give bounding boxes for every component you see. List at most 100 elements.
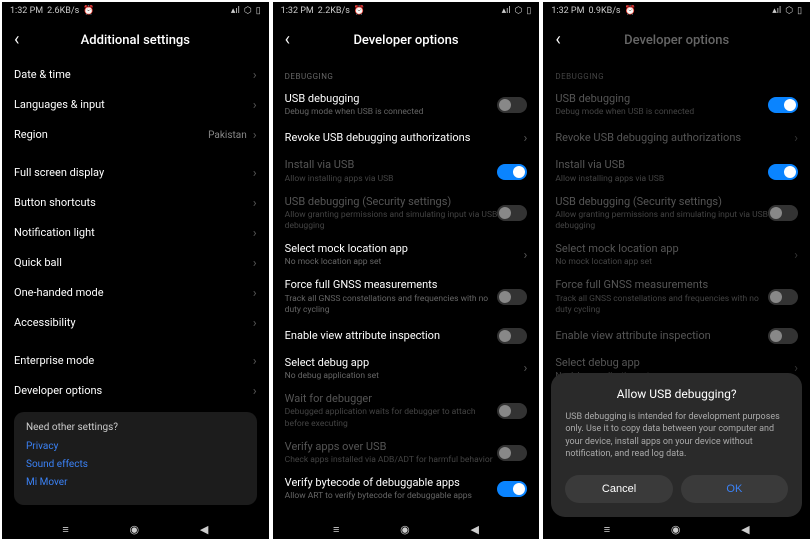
nav-menu-icon[interactable]: ≡	[62, 523, 68, 536]
back-button[interactable]: ‹	[14, 31, 34, 49]
screen-additional-settings: 1:32 PM 2.6KB/s ⏰ ▴ıl ⬡ ▯ ‹ Additional s…	[2, 2, 269, 539]
settings-row[interactable]: Select mock location appNo mock location…	[285, 237, 528, 273]
settings-row[interactable]: Languages & input›	[14, 90, 257, 120]
chevron-right-icon: ›	[794, 131, 798, 146]
header: ‹ Developer options	[273, 20, 540, 60]
status-bar: 1:32 PM 0.9KB/s ⏰ ▴ıl ⬡ ▯	[543, 2, 810, 20]
card-heading: Need other settings?	[26, 422, 245, 433]
nav-back-icon[interactable]: ◀	[741, 523, 749, 536]
settings-row[interactable]: Date & time›	[14, 60, 257, 90]
settings-row[interactable]: Revoke USB debugging authorizations›	[555, 123, 798, 153]
card-link[interactable]: Mi Mover	[26, 477, 245, 488]
row-title: Wait for debugger	[285, 392, 498, 406]
battery-icon: ▯	[797, 6, 802, 16]
nav-menu-icon[interactable]: ≡	[333, 523, 339, 536]
settings-row[interactable]: USB debuggingDebug mode when USB is conn…	[285, 87, 528, 123]
alarm-icon: ⏰	[354, 6, 365, 16]
row-subtitle: No mock location app set	[555, 257, 794, 268]
card-link[interactable]: Sound effects	[26, 459, 245, 470]
row-title: Notification light	[14, 226, 253, 240]
settings-list[interactable]: Date & time›Languages & input›RegionPaki…	[2, 60, 269, 519]
settings-row[interactable]: Verify apps over USBCheck apps installed…	[285, 435, 528, 471]
row-subtitle: Debugged application waits for debugger …	[285, 407, 498, 429]
nav-home-icon[interactable]: ◉	[130, 523, 140, 536]
row-title: Force full GNSS measurements	[285, 278, 498, 292]
row-title: Select debug app	[555, 356, 794, 370]
wifi-icon: ⬡	[515, 6, 523, 16]
wifi-icon: ⬡	[785, 6, 793, 16]
section-header: DEBUGGING	[285, 72, 528, 81]
toggle-switch[interactable]	[497, 481, 527, 497]
settings-row[interactable]: Select mock location appNo mock location…	[555, 237, 798, 273]
nav-home-icon[interactable]: ◉	[671, 523, 681, 536]
settings-row[interactable]: Enterprise mode›	[14, 346, 257, 376]
row-subtitle: No debug application set	[285, 371, 524, 382]
settings-row[interactable]: USB debugging (Security settings)Allow g…	[555, 190, 798, 237]
settings-row[interactable]: Enable view attribute inspection	[555, 321, 798, 351]
settings-row[interactable]: Wait for debuggerDebugged application wa…	[285, 387, 528, 434]
row-title: USB debugging (Security settings)	[555, 195, 768, 209]
settings-row[interactable]: USB debuggingDebug mode when USB is conn…	[555, 87, 798, 123]
alarm-icon: ⏰	[625, 6, 636, 16]
settings-row[interactable]: Verify bytecode of debuggable appsAllow …	[285, 471, 528, 507]
row-subtitle: Allow installing apps via USB	[285, 174, 498, 185]
row-title: USB debugging (Security settings)	[285, 195, 498, 209]
settings-list[interactable]: DEBUGGING USB debuggingDebug mode when U…	[273, 60, 540, 519]
chevron-right-icon: ›	[253, 316, 257, 331]
settings-row[interactable]: Notification light›	[14, 218, 257, 248]
settings-row[interactable]: RegionPakistan›	[14, 120, 257, 150]
row-subtitle: Allow granting permissions and simulatin…	[555, 210, 768, 232]
ok-button[interactable]: OK	[681, 475, 788, 503]
battery-icon: ▯	[256, 6, 261, 16]
row-title: Date & time	[14, 68, 253, 82]
settings-row[interactable]: Force full GNSS measurementsTrack all GN…	[555, 273, 798, 320]
toggle-switch[interactable]	[497, 164, 527, 180]
screen-developer-options: 1:32 PM 2.2KB/s ⏰ ▴ıl ⬡ ▯ ‹ Developer op…	[273, 2, 540, 539]
settings-row[interactable]: Full screen display›	[14, 158, 257, 188]
wifi-icon: ⬡	[244, 6, 252, 16]
cancel-button[interactable]: Cancel	[565, 475, 672, 503]
settings-row[interactable]: Revoke USB debugging authorizations›	[285, 123, 528, 153]
settings-row[interactable]: Accessibility›	[14, 308, 257, 338]
toggle-switch[interactable]	[497, 328, 527, 344]
settings-row[interactable]: Quick ball›	[14, 248, 257, 278]
nav-back-icon[interactable]: ◀	[200, 523, 208, 536]
toggle-switch	[768, 328, 798, 344]
row-subtitle: Allow granting permissions and simulatin…	[285, 210, 498, 232]
row-title: Select mock location app	[555, 242, 794, 256]
card-link[interactable]: Privacy	[26, 441, 245, 452]
toggle-switch[interactable]	[497, 97, 527, 113]
row-title: Force full GNSS measurements	[555, 278, 768, 292]
usb-debugging-dialog: Allow USB debugging? USB debugging is in…	[551, 373, 802, 517]
toggle-switch[interactable]	[497, 205, 527, 221]
back-button[interactable]: ‹	[285, 31, 305, 49]
back-button[interactable]: ‹	[555, 31, 575, 49]
nav-back-icon[interactable]: ◀	[471, 523, 479, 536]
row-title: Enable view attribute inspection	[555, 329, 768, 343]
toggle-switch[interactable]	[497, 445, 527, 461]
row-title: Quick ball	[14, 256, 253, 270]
row-title: Revoke USB debugging authorizations	[285, 131, 524, 145]
toggle-switch[interactable]	[497, 289, 527, 305]
nav-menu-icon[interactable]: ≡	[604, 523, 610, 536]
chevron-right-icon: ›	[253, 384, 257, 399]
settings-row[interactable]: Enable view attribute inspection	[285, 321, 528, 351]
chevron-right-icon: ›	[253, 98, 257, 113]
chevron-right-icon: ›	[794, 248, 798, 263]
status-time: 1:32 PM	[281, 6, 314, 16]
settings-row[interactable]: One-handed mode›	[14, 278, 257, 308]
settings-row[interactable]: Install via USBAllow installing apps via…	[555, 153, 798, 189]
settings-row[interactable]: Button shortcuts›	[14, 188, 257, 218]
page-title: Developer options	[305, 33, 508, 48]
signal-icon: ▴ıl	[772, 6, 781, 16]
toggle-switch[interactable]	[497, 403, 527, 419]
settings-row[interactable]: Developer options›	[14, 376, 257, 406]
chevron-right-icon: ›	[253, 256, 257, 271]
row-subtitle: Debug mode when USB is connected	[555, 107, 768, 118]
settings-row[interactable]: Select debug appNo debug application set…	[285, 351, 528, 387]
settings-row[interactable]: Force full GNSS measurementsTrack all GN…	[285, 273, 528, 320]
toggle-switch	[768, 205, 798, 221]
settings-row[interactable]: Install via USBAllow installing apps via…	[285, 153, 528, 189]
nav-home-icon[interactable]: ◉	[400, 523, 410, 536]
settings-row[interactable]: USB debugging (Security settings)Allow g…	[285, 190, 528, 237]
